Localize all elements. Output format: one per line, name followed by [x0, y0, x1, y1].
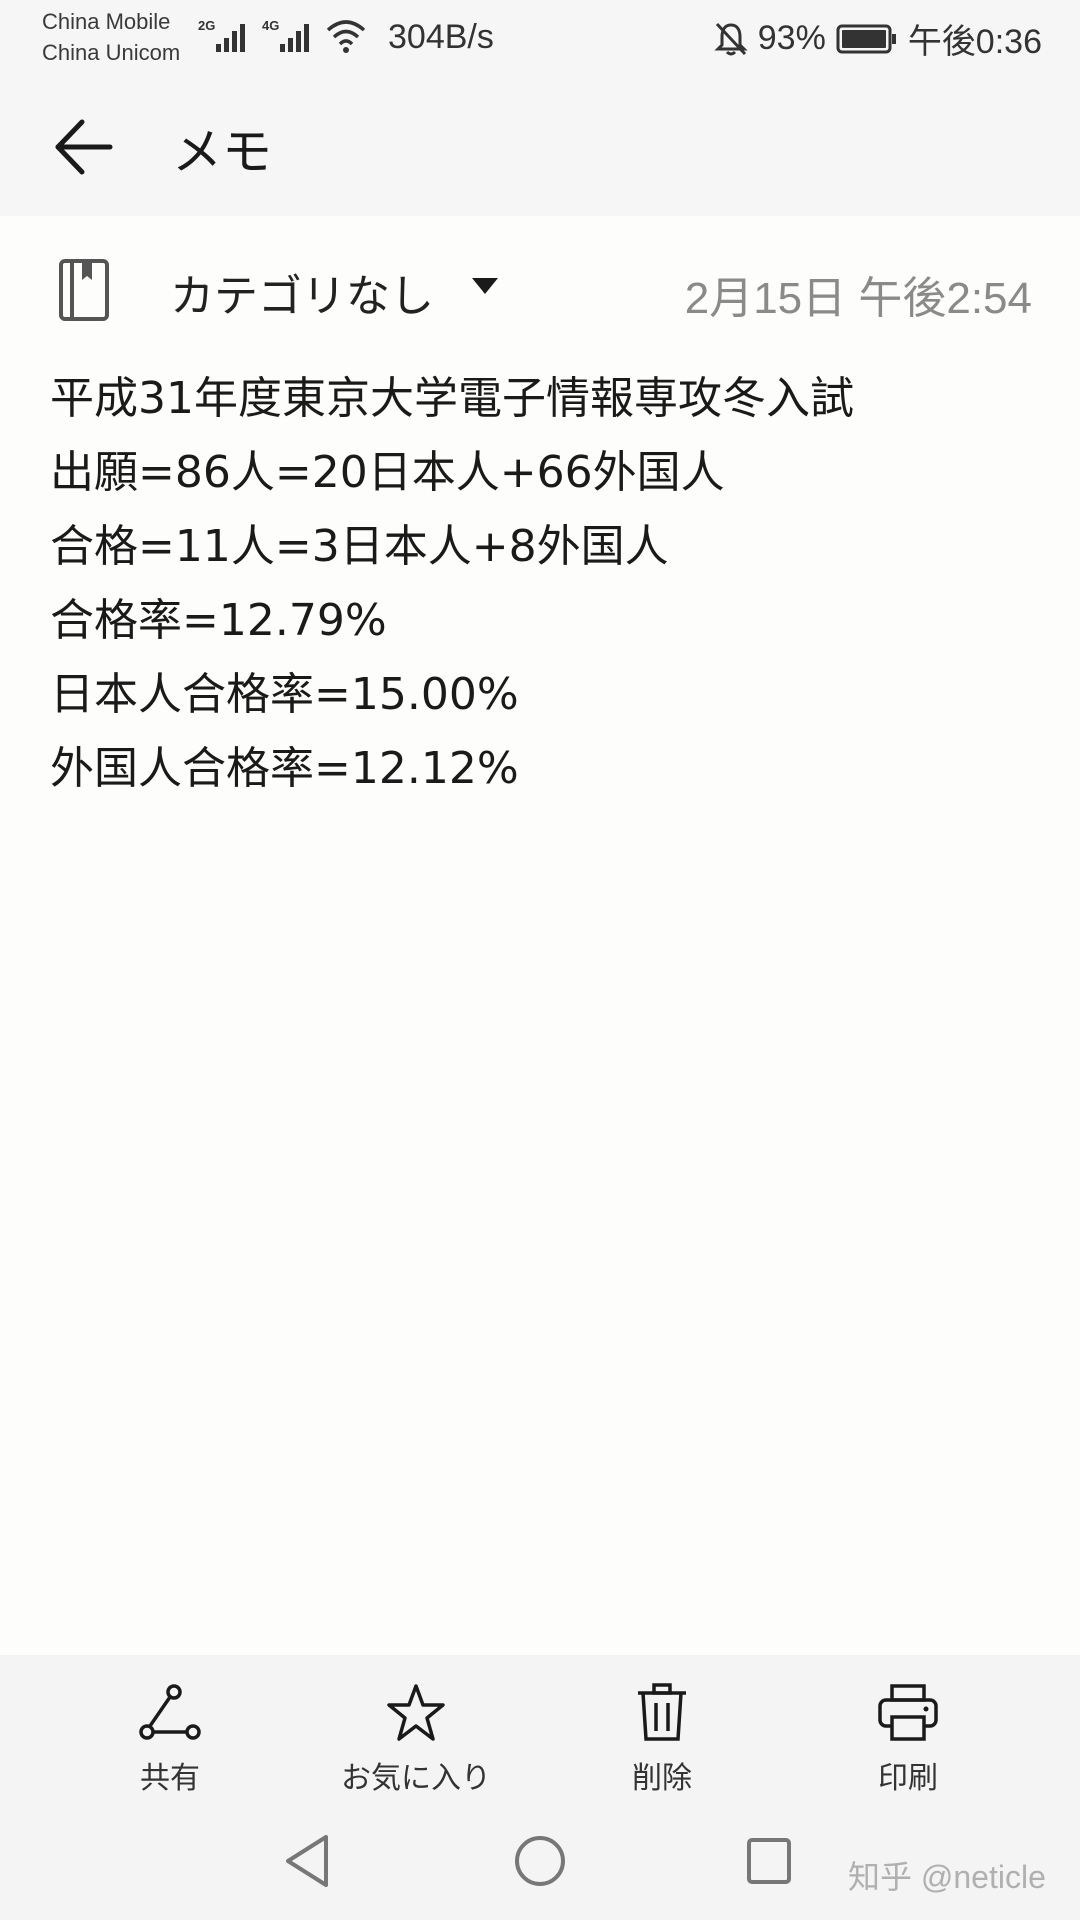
share-icon [139, 1684, 201, 1740]
bottom-toolbar: 共有 お気に入り 削除 印刷 [0, 1655, 1080, 1805]
wifi-icon [326, 20, 366, 53]
carrier-1: China Mobile [42, 9, 171, 34]
signal-icon: 4G [262, 18, 309, 52]
signal-2-type: 4G [262, 18, 279, 33]
notebook-icon [59, 259, 109, 321]
share-label: 共有 [140, 1761, 200, 1796]
note-meta-row: カテゴリなし 2月15日 午後2:54 [0, 250, 1080, 330]
signal-icon: 2G [198, 18, 245, 52]
page-title: メモ [172, 123, 272, 181]
trash-icon [638, 1683, 686, 1741]
share-button[interactable]: 共有 [70, 1683, 270, 1797]
print-label: 印刷 [878, 1761, 938, 1796]
note-line: 合格率=12.79% [50, 595, 387, 646]
note-body[interactable]: 平成31年度東京大学電子情報専攻冬入試 出願=86人=20日本人+66外国人 合… [50, 362, 1030, 806]
back-triangle-icon[interactable] [282, 1833, 332, 1889]
app-bar: メモ [0, 76, 1080, 216]
favorite-button[interactable]: お気に入り [316, 1683, 516, 1797]
delete-button[interactable]: 削除 [562, 1683, 762, 1797]
note-line: 日本人合格率=15.00% [50, 669, 519, 720]
status-time: 午後0:36 [907, 23, 1042, 61]
battery-percent: 93% [757, 19, 826, 57]
recents-square-icon[interactable] [744, 1833, 794, 1889]
status-bar: China Mobile China Unicom 2G 4G 304B/s 9… [0, 0, 1080, 76]
note-line: 平成31年度東京大学電子情報専攻冬入試 [50, 373, 854, 424]
chevron-down-icon[interactable] [470, 276, 500, 296]
note-date: 2月15日 午後2:54 [684, 274, 1032, 323]
net-speed: 304B/s [388, 18, 494, 56]
home-circle-icon[interactable] [512, 1833, 568, 1889]
carrier-2: China Unicom [42, 40, 181, 65]
printer-icon [878, 1684, 938, 1741]
battery-icon [836, 24, 896, 53]
mute-bell-icon [714, 22, 748, 55]
star-icon [387, 1684, 445, 1741]
note-line: 合格=11人=3日本人+8外国人 [50, 521, 669, 572]
arrow-left-icon[interactable] [50, 114, 116, 180]
signal-1-type: 2G [198, 18, 215, 33]
print-button[interactable]: 印刷 [808, 1683, 1008, 1797]
category-selector[interactable]: カテゴリなし [170, 260, 434, 324]
watermark: 知乎 @neticle [848, 1859, 1046, 1895]
note-line: 出願=86人=20日本人+66外国人 [50, 447, 725, 498]
note-line: 外国人合格率=12.12% [50, 743, 519, 794]
delete-label: 削除 [632, 1761, 692, 1796]
status-right: 93% 午後0:36 [714, 14, 1042, 63]
carrier-info: China Mobile China Unicom [42, 6, 180, 68]
favorite-label: お気に入り [341, 1761, 491, 1796]
